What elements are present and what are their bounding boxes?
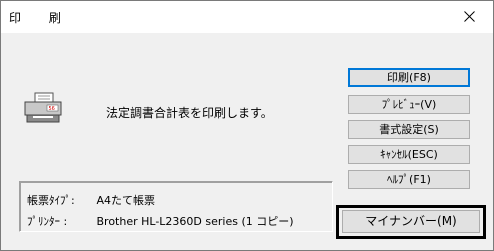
help-button[interactable]: ﾍﾙﾌﾟ(F1) [348,170,470,189]
print-button[interactable]: 印刷(F8) [348,68,470,87]
svg-text:56: 56 [49,106,55,112]
format-settings-button[interactable]: 書式設定(S) [348,120,470,139]
print-message: 法定調書合計表を印刷します。 [106,106,273,120]
print-dialog: 印 刷 56 法定調書合計表を印刷します。 印刷(F8) ﾌﾟﾚﾋﾞｭｰ(V) … [0,0,494,251]
preview-button[interactable]: ﾌﾟﾚﾋﾞｭｰ(V) [348,95,470,114]
form-type-row: 帳票ﾀｲﾌﾟ: A4たて帳票 [27,192,155,208]
cancel-button[interactable]: ｷｬﾝｾﾙ(ESC) [348,145,470,164]
printer-value: Brother HL-L2360D series (1 コピー) [96,215,294,228]
printer-row: ﾌﾟﾘﾝﾀｰ : Brother HL-L2360D series (1 コピー… [27,213,294,229]
close-icon [464,11,475,22]
form-type-value: A4たて帳票 [96,194,156,207]
dialog-title: 印 刷 [9,11,73,25]
my-number-button[interactable]: マイナンバー(M) [342,210,480,233]
printer-icon: 56 [23,91,63,128]
form-type-label: 帳票ﾀｲﾌﾟ: [27,194,75,207]
print-info-panel: 帳票ﾀｲﾌﾟ: A4たて帳票 ﾌﾟﾘﾝﾀｰ : Brother HL-L2360… [19,181,333,232]
title-bar: 印 刷 [1,1,493,32]
close-button[interactable] [447,1,493,32]
printer-label: ﾌﾟﾘﾝﾀｰ : [27,215,68,228]
